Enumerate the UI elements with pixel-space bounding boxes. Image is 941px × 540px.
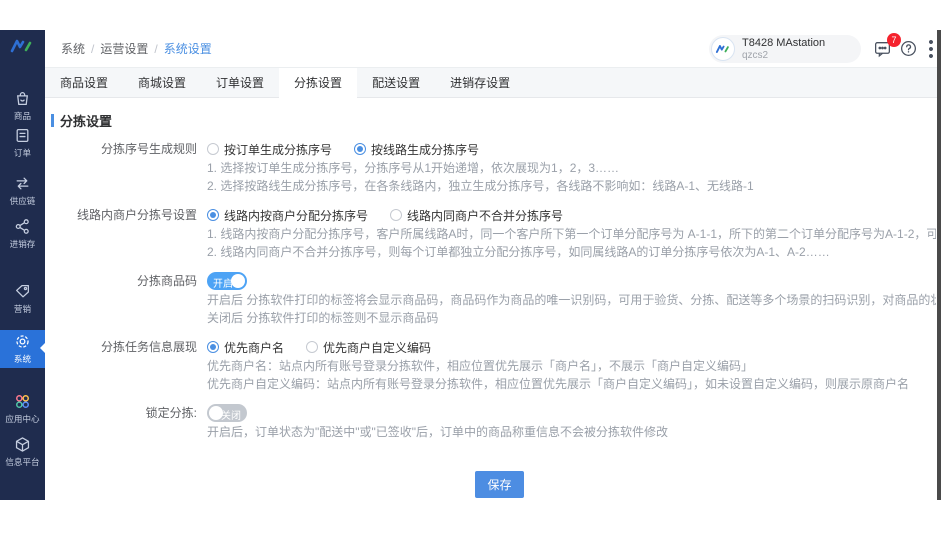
question-circle-icon [899, 45, 918, 62]
swap-arrows-icon [0, 175, 45, 192]
form-row-sort-number-rule: 分拣序号生成规则 按订单生成分拣序号 按线路生成分拣序号 1. 选择按订单生成分… [45, 139, 936, 195]
radio-icon [207, 143, 219, 155]
radio-icon [306, 341, 318, 353]
radio-selected-icon [207, 209, 219, 221]
form-label: 分拣序号生成规则 [45, 139, 207, 195]
form-row-task-info-display: 分拣任务信息展现 优先商户名 优先商户自定义编码 优先商户名：站点内所有账号登录… [45, 337, 936, 393]
share-nodes-icon [0, 218, 45, 235]
radio-merchant-name-first[interactable]: 优先商户名 [207, 339, 284, 356]
radio-selected-icon [207, 341, 219, 353]
form-label: 分拣商品码 [45, 271, 207, 327]
user-name: T8428 MAstation [742, 37, 825, 50]
chat-bubble-icon [873, 45, 892, 62]
sidebar-item-goods[interactable]: 商品 [0, 90, 45, 122]
sidebar-item-label: 信息平台 [1, 455, 44, 467]
lock-sorting-toggle[interactable]: 关闭 [207, 404, 247, 422]
hint-text: 开启后 分拣软件打印的标签将会显示商品码，商品码作为商品的唯一识别码，可用于验货… [207, 292, 936, 309]
sidebar-item-supply-chain[interactable]: 供应链 [0, 175, 45, 207]
hint-text: 开启后，订单状态为"配送中"或"已签收"后，订单中的商品称重信息不会被分拣软件修… [207, 424, 936, 441]
sidebar-item-label: 系统 [1, 352, 44, 364]
tab-delivery-settings[interactable]: 配送设置 [357, 68, 435, 98]
bag-icon [0, 90, 45, 107]
help-button[interactable] [899, 39, 919, 59]
sidebar-item-inventory[interactable]: 进销存 [0, 218, 45, 250]
hint-text: 优先商户名：站点内所有账号登录分拣软件，相应位置优先展示「商户名」，不展示「商户… [207, 358, 936, 375]
sidebar-item-label: 进销存 [1, 237, 44, 249]
breadcrumb-item[interactable]: 运营设置 [100, 42, 148, 56]
main-content: 分拣设置 分拣序号生成规则 按订单生成分拣序号 按线路生成分拣序号 1. 选择按… [45, 98, 936, 500]
breadcrumb-item[interactable]: 系统 [61, 42, 85, 56]
sidebar-item-label: 商品 [1, 109, 44, 121]
user-account-menu[interactable]: T8428 MAstation qzcs2 [709, 35, 861, 63]
radio-custom-code-first[interactable]: 优先商户自定义编码 [306, 339, 431, 356]
hint-text: 优先商户自定义编码：站点内所有账号登录分拣软件，相应位置优先展示「商户自定义编码… [207, 376, 936, 393]
top-header: 系统 / 运营设置 / 系统设置 T8428 MAstation qzcs2 7 [45, 30, 941, 68]
brand-logo-icon [9, 37, 35, 60]
tab-order-settings[interactable]: 订单设置 [201, 68, 279, 98]
messages-button[interactable]: 7 [873, 39, 893, 59]
sidebar-item-label: 应用中心 [1, 412, 44, 424]
app-window: 商品 订单 供应链 进销存 [0, 30, 941, 500]
section-title: 分拣设置 [51, 111, 936, 130]
form-row-lock-sorting: 锁定分拣: 关闭 开启后，订单状态为"配送中"或"已签收"后，订单中的商品称重信… [45, 403, 936, 441]
settings-tabbar: 商品设置商城设置订单设置分拣设置配送设置进销存设置 [45, 68, 941, 98]
product-code-toggle[interactable]: 开启 [207, 272, 247, 290]
hint-text: 1. 选择按订单生成分拣序号，分拣序号从1开始递增，依次展现为1，2，3…… [207, 160, 936, 177]
breadcrumb: 系统 / 运营设置 / 系统设置 [61, 30, 212, 68]
form-label: 分拣任务信息展现 [45, 337, 207, 393]
cube-icon [0, 436, 45, 453]
gear-icon [0, 333, 45, 350]
apps-icon [0, 393, 45, 410]
radio-no-merge-merchant[interactable]: 线路内同商户不合并分拣序号 [390, 207, 563, 224]
hint-text: 1. 线路内按商户分配分拣序号，客户所属线路A时，同一个客户所下第一个订单分配序… [207, 226, 936, 243]
sidebar-item-label: 营销 [1, 302, 44, 314]
radio-selected-icon [354, 143, 366, 155]
avatar [711, 37, 735, 61]
tab-sorting-settings[interactable]: 分拣设置 [279, 68, 357, 98]
breadcrumb-separator: / [154, 42, 157, 56]
hint-text: 关闭后 分拣软件打印的标签则不显示商品码 [207, 310, 936, 327]
radio-by-route[interactable]: 按线路生成分拣序号 [354, 141, 479, 158]
vertical-scrollbar[interactable] [937, 30, 941, 500]
radio-icon [390, 209, 402, 221]
form-row-merchant-sort-number: 线路内商户分拣号设置 线路内按商户分配分拣序号 线路内同商户不合并分拣序号 1.… [45, 205, 936, 261]
radio-by-order[interactable]: 按订单生成分拣序号 [207, 141, 332, 158]
tag-icon [0, 283, 45, 300]
toggle-knob [231, 274, 245, 288]
save-button[interactable]: 保存 [475, 471, 523, 498]
radio-assign-by-merchant[interactable]: 线路内按商户分配分拣序号 [207, 207, 368, 224]
form-row-product-code: 分拣商品码 开启 开启后 分拣软件打印的标签将会显示商品码，商品码作为商品的唯一… [45, 271, 936, 327]
breadcrumb-current: 系统设置 [164, 42, 212, 56]
sidebar-item-app-center[interactable]: 应用中心 [0, 393, 45, 425]
kebab-icon: ••• [925, 39, 937, 44]
sidebar-item-system[interactable]: 系统 [0, 330, 45, 368]
breadcrumb-separator: / [91, 42, 94, 56]
tab-inventory-settings[interactable]: 进销存设置 [435, 68, 525, 98]
form-label: 锁定分拣: [45, 403, 207, 441]
user-account: qzcs2 [742, 50, 825, 61]
sidebar: 商品 订单 供应链 进销存 [0, 30, 45, 500]
tab-mall-settings[interactable]: 商城设置 [123, 68, 201, 98]
document-icon [0, 127, 45, 144]
sidebar-item-marketing[interactable]: 营销 [0, 283, 45, 315]
sidebar-item-info-platform[interactable]: 信息平台 [0, 436, 45, 468]
form-label: 线路内商户分拣号设置 [45, 205, 207, 261]
section-title-bar [51, 114, 54, 127]
sidebar-item-orders[interactable]: 订单 [0, 127, 45, 159]
tab-goods-settings[interactable]: 商品设置 [45, 68, 123, 98]
hint-text: 2. 选择按路线生成分拣序号，在各条线路内，独立生成分拣序号，各线路不影响如：线… [207, 178, 936, 195]
more-menu-button[interactable]: ••• [925, 39, 937, 59]
sidebar-item-label: 供应链 [1, 194, 44, 206]
sidebar-item-label: 订单 [1, 146, 44, 158]
hint-text: 2. 线路内同商户不合并分拣序号，则每个订单都独立分配分拣序号，如同属线路A的订… [207, 244, 936, 261]
